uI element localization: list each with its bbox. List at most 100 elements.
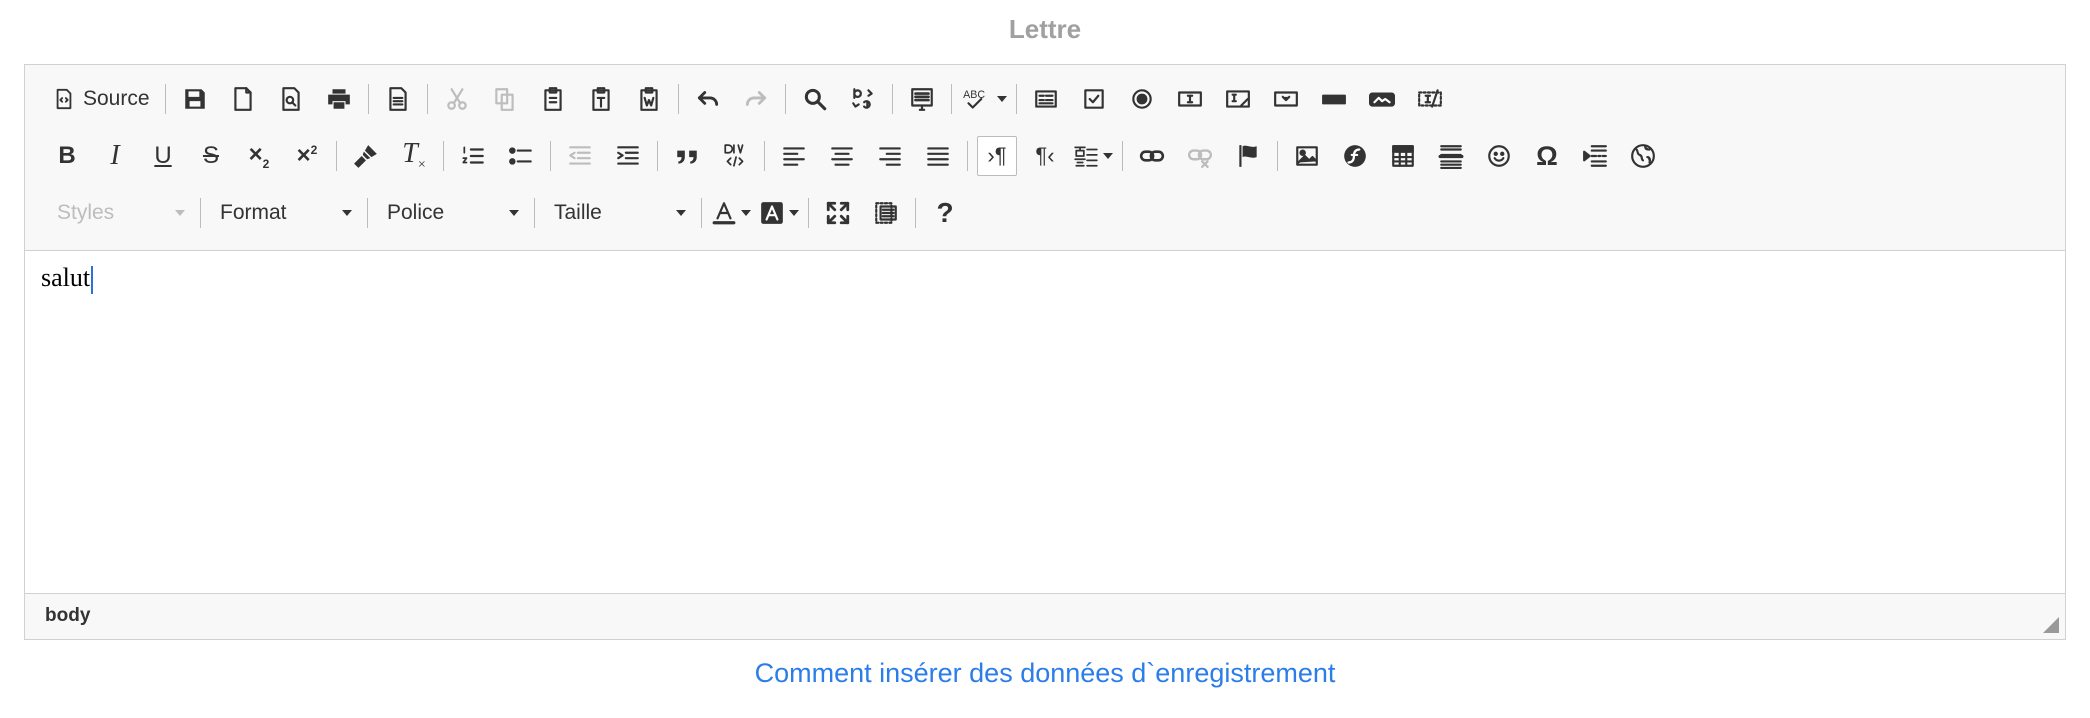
radio-button[interactable] — [1122, 79, 1162, 119]
special-char-button[interactable]: Ω — [1527, 136, 1567, 176]
justify-icon — [927, 147, 949, 166]
separator — [915, 198, 916, 228]
maximize-button[interactable] — [818, 193, 858, 233]
paste-button[interactable] — [533, 79, 573, 119]
remove-format-button[interactable]: T× — [394, 136, 434, 176]
separator — [1277, 141, 1278, 171]
language-button[interactable] — [1073, 136, 1113, 176]
strikethrough-button[interactable]: S — [191, 136, 231, 176]
button-field-button[interactable] — [1314, 79, 1354, 119]
preview-icon — [281, 87, 300, 111]
iframe-button[interactable] — [1623, 136, 1663, 176]
table-button[interactable] — [1383, 136, 1423, 176]
text-color-button[interactable] — [711, 193, 751, 233]
div-container-icon — [724, 144, 744, 167]
format-dropdown[interactable]: Format — [206, 193, 362, 233]
help-link[interactable]: Comment insérer des données d`enregistre… — [0, 658, 2090, 689]
undo-button[interactable] — [688, 79, 728, 119]
size-dropdown[interactable]: Taille — [540, 193, 696, 233]
superscript-icon: ×2 — [296, 142, 318, 169]
select-all-button[interactable] — [902, 79, 942, 119]
separator — [426, 84, 428, 114]
language-icon — [1074, 146, 1098, 167]
editor-content-area[interactable]: salut — [25, 251, 2065, 595]
checkbox-button[interactable] — [1074, 79, 1114, 119]
separator — [443, 141, 444, 171]
font-label: Police — [387, 201, 445, 224]
image-button[interactable] — [1287, 136, 1327, 176]
paste-word-button[interactable] — [629, 79, 669, 119]
find-button[interactable] — [795, 79, 835, 119]
text-caret — [91, 266, 94, 295]
ltr-icon: ›¶ — [987, 143, 1007, 168]
preview-button[interactable] — [271, 79, 311, 119]
show-blocks-button[interactable] — [866, 193, 906, 233]
align-right-button[interactable] — [870, 136, 910, 176]
styles-dropdown[interactable]: Styles — [43, 193, 195, 233]
hidden-field-button[interactable] — [1410, 79, 1450, 119]
text-direction-rtl-button[interactable]: ¶‹ — [1025, 136, 1065, 176]
subscript-button[interactable]: ×2 — [239, 136, 279, 176]
outdent-button[interactable] — [560, 136, 600, 176]
templates-button[interactable] — [378, 79, 418, 119]
text-direction-ltr-button[interactable]: ›¶ — [977, 136, 1017, 176]
copy-format-button[interactable] — [346, 136, 386, 176]
italic-button[interactable]: I — [95, 136, 135, 176]
bulleted-list-button[interactable] — [501, 136, 541, 176]
rtl-icon: ¶‹ — [1035, 143, 1055, 168]
anchor-button[interactable] — [1228, 136, 1268, 176]
div-container-button[interactable] — [715, 136, 755, 176]
resize-grip-icon[interactable] — [2043, 617, 2059, 633]
print-button[interactable] — [319, 79, 359, 119]
justify-button[interactable] — [918, 136, 958, 176]
element-path-body[interactable]: body — [45, 605, 90, 627]
italic-icon: I — [110, 140, 120, 171]
image-button-field-button[interactable] — [1362, 79, 1402, 119]
page-break-button[interactable] — [1575, 136, 1615, 176]
paste-text-icon — [591, 87, 610, 111]
indent-button[interactable] — [608, 136, 648, 176]
replace-button[interactable] — [843, 79, 883, 119]
unlink-button[interactable] — [1180, 136, 1220, 176]
copy-button[interactable] — [485, 79, 525, 119]
numbered-list-button[interactable] — [453, 136, 493, 176]
bold-button[interactable]: B — [47, 136, 87, 176]
paste-text-button[interactable] — [581, 79, 621, 119]
textarea-button[interactable] — [1218, 79, 1258, 119]
select-field-button[interactable] — [1266, 79, 1306, 119]
new-page-button[interactable] — [223, 79, 263, 119]
copy-icon — [494, 88, 514, 111]
save-button[interactable] — [175, 79, 215, 119]
link-button[interactable] — [1132, 136, 1172, 176]
font-dropdown[interactable]: Police — [373, 193, 529, 233]
redo-button[interactable] — [736, 79, 776, 119]
flash-icon — [1344, 145, 1366, 167]
horizontal-line-button[interactable] — [1431, 136, 1471, 176]
paste-icon — [543, 87, 562, 111]
flash-button[interactable] — [1335, 136, 1375, 176]
content-paragraph[interactable]: salut — [41, 263, 94, 295]
separator — [950, 84, 952, 114]
text-field-button[interactable] — [1170, 79, 1210, 119]
chevron-down-icon — [175, 210, 185, 216]
link-icon — [1139, 150, 1165, 162]
remove-format-icon: T× — [402, 137, 426, 173]
spellcheck-button[interactable]: ABC — [961, 79, 1007, 119]
align-left-button[interactable] — [774, 136, 814, 176]
help-button[interactable]: ? — [925, 193, 965, 233]
superscript-button[interactable]: ×2 — [287, 136, 327, 176]
toolbar-row-2: B I U S ×2 ×2 T× ›¶ ¶‹ Ω — [43, 133, 1667, 179]
smiley-button[interactable] — [1479, 136, 1519, 176]
background-color-button[interactable] — [759, 193, 799, 233]
underline-button[interactable]: U — [143, 136, 183, 176]
form-button[interactable] — [1026, 79, 1066, 119]
cut-button[interactable] — [437, 79, 477, 119]
maximize-icon — [826, 201, 850, 225]
chevron-down-icon — [676, 210, 686, 216]
page-title: Lettre — [1008, 14, 1082, 44]
rich-text-editor: Source ABC B I U S ×2 ×2 T× ›¶ ¶‹ Ω Styl… — [24, 64, 2066, 640]
source-button[interactable]: Source — [47, 79, 156, 119]
toolbar-row-1: Source ABC — [43, 76, 1454, 122]
align-center-button[interactable] — [822, 136, 862, 176]
blockquote-button[interactable] — [667, 136, 707, 176]
